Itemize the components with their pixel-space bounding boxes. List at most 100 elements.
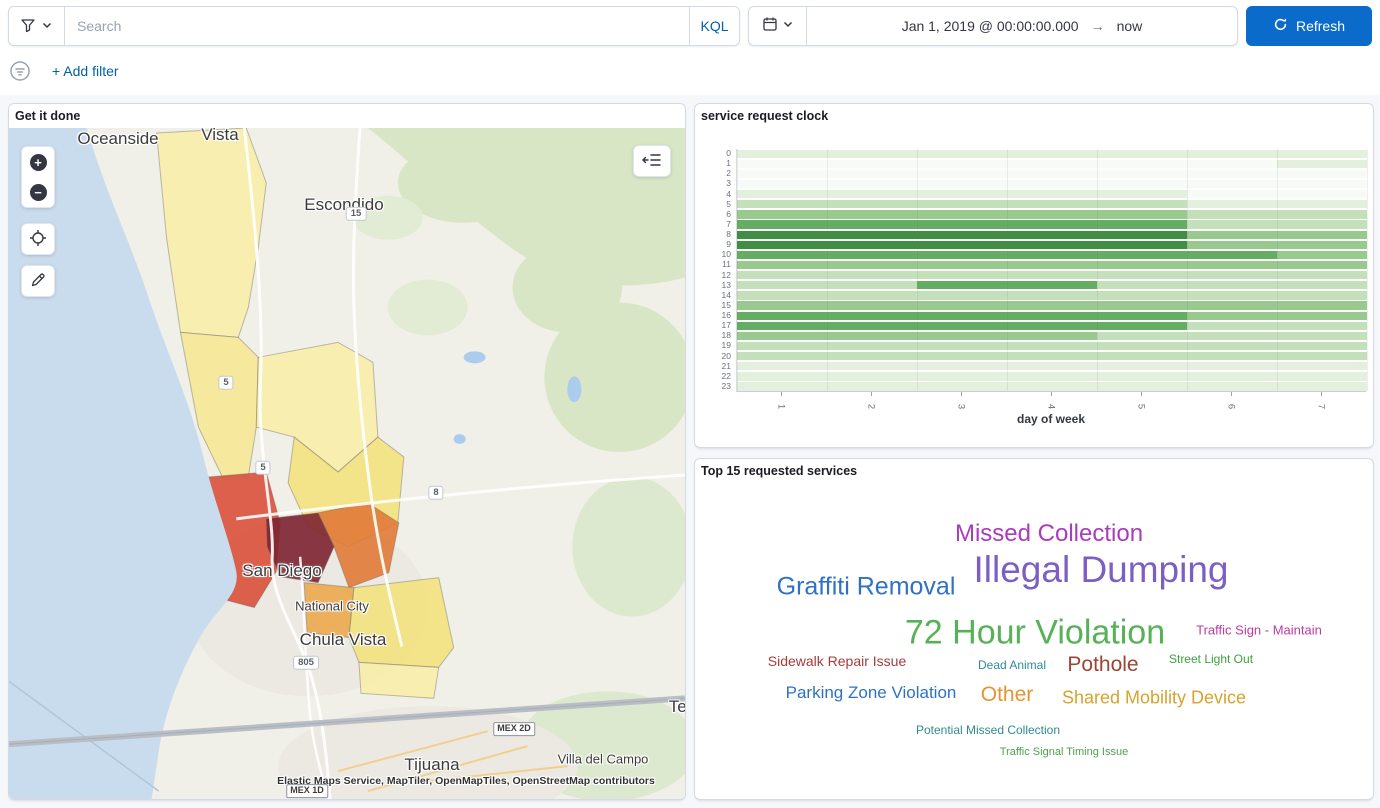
heatmap-cell[interactable] — [1097, 322, 1187, 330]
heatmap-cell[interactable] — [737, 210, 827, 218]
heatmap-cell[interactable] — [1187, 362, 1277, 370]
heatmap-cell[interactable] — [917, 372, 1007, 380]
heatmap-cell[interactable] — [1007, 241, 1097, 249]
heatmap-cell[interactable] — [1187, 301, 1277, 309]
heatmap-cell[interactable] — [1187, 231, 1277, 239]
heatmap-cell[interactable] — [737, 301, 827, 309]
heatmap-cell[interactable] — [917, 261, 1007, 269]
heatmap-cell[interactable] — [827, 332, 917, 340]
heatmap-cell[interactable] — [1097, 372, 1187, 380]
heatmap-cell[interactable] — [917, 281, 1007, 289]
add-filter-link[interactable]: + Add filter — [52, 63, 119, 79]
heatmap-cell[interactable] — [1097, 332, 1187, 340]
heatmap-cell[interactable] — [1277, 180, 1367, 188]
refresh-button[interactable]: Refresh — [1246, 6, 1372, 46]
heatmap-cell[interactable] — [1187, 220, 1277, 228]
heatmap-cell[interactable] — [1007, 281, 1097, 289]
heatmap-cell[interactable] — [737, 160, 827, 168]
heatmap-cell[interactable] — [1277, 231, 1367, 239]
heatmap-cell[interactable] — [1277, 291, 1367, 299]
heatmap-cell[interactable] — [827, 271, 917, 279]
heatmap-cell[interactable] — [1007, 332, 1097, 340]
heatmap-cell[interactable] — [827, 210, 917, 218]
heatmap-cell[interactable] — [1007, 210, 1097, 218]
heatmap-cell[interactable] — [1097, 342, 1187, 350]
heatmap-cell[interactable] — [1187, 271, 1277, 279]
heatmap-cell[interactable] — [917, 220, 1007, 228]
heatmap-cell[interactable] — [1097, 180, 1187, 188]
heatmap-cell[interactable] — [827, 231, 917, 239]
heatmap-cell[interactable] — [1007, 200, 1097, 208]
heatmap-cell[interactable] — [737, 312, 827, 320]
heatmap-cell[interactable] — [827, 362, 917, 370]
heatmap-cell[interactable] — [827, 170, 917, 178]
zoom-in-button[interactable]: + — [22, 147, 54, 177]
heatmap-cell[interactable] — [1277, 322, 1367, 330]
heatmap-cell[interactable] — [1187, 372, 1277, 380]
heatmap-cell[interactable] — [1277, 170, 1367, 178]
heatmap-cell[interactable] — [1277, 342, 1367, 350]
tagcloud-word[interactable]: Pothole — [1067, 653, 1138, 677]
heatmap-cell[interactable] — [827, 220, 917, 228]
layer-legend-toggle-button[interactable] — [634, 146, 670, 176]
heatmap-cell[interactable] — [1097, 281, 1187, 289]
heatmap-cell[interactable] — [1097, 210, 1187, 218]
tagcloud-word[interactable]: Illegal Dumping — [973, 549, 1228, 591]
heatmap-cell[interactable] — [1007, 180, 1097, 188]
heatmap-cell[interactable] — [1097, 231, 1187, 239]
heatmap-cell[interactable] — [1007, 362, 1097, 370]
panel-title[interactable]: service request clock — [701, 109, 828, 123]
map-attribution[interactable]: Elastic Maps Service, MapTiler, OpenMapT… — [277, 775, 655, 787]
heatmap-cell[interactable] — [1097, 261, 1187, 269]
heatmap-cell[interactable] — [1007, 190, 1097, 198]
heatmap-cell[interactable] — [1007, 322, 1097, 330]
heatmap-cell[interactable] — [827, 322, 917, 330]
heatmap-cell[interactable] — [737, 200, 827, 208]
heatmap-cell[interactable] — [1187, 160, 1277, 168]
heatmap-cell[interactable] — [737, 220, 827, 228]
heatmap-cell[interactable] — [737, 332, 827, 340]
heatmap-cell[interactable] — [1097, 251, 1187, 259]
heatmap-cell[interactable] — [917, 362, 1007, 370]
heatmap-cell[interactable] — [827, 251, 917, 259]
heatmap-cell[interactable] — [737, 372, 827, 380]
heatmap-cell[interactable] — [737, 180, 827, 188]
heatmap-cell[interactable] — [917, 170, 1007, 178]
heatmap-cell[interactable] — [1277, 190, 1367, 198]
heatmap-cell[interactable] — [1097, 220, 1187, 228]
heatmap-cell[interactable] — [1187, 180, 1277, 188]
heatmap-cell[interactable] — [827, 261, 917, 269]
heatmap-cell[interactable] — [1277, 271, 1367, 279]
heatmap-cell[interactable] — [827, 342, 917, 350]
heatmap-cell[interactable] — [1187, 241, 1277, 249]
tagcloud-word[interactable]: Shared Mobility Device — [1062, 688, 1246, 709]
heatmap-cell[interactable] — [737, 322, 827, 330]
heatmap-cell[interactable] — [827, 281, 917, 289]
heatmap-cell[interactable] — [737, 362, 827, 370]
heatmap-cell[interactable] — [1277, 301, 1367, 309]
tagcloud-word[interactable]: Traffic Sign - Maintain — [1196, 623, 1322, 638]
heatmap-cell[interactable] — [917, 241, 1007, 249]
heatmap-cell[interactable] — [827, 150, 917, 158]
heatmap-cell[interactable] — [917, 322, 1007, 330]
heatmap-cell[interactable] — [917, 180, 1007, 188]
heatmap-cell[interactable] — [1187, 291, 1277, 299]
heatmap-cell[interactable] — [1007, 291, 1097, 299]
heatmap-cell[interactable] — [1187, 281, 1277, 289]
heatmap-cell[interactable] — [1187, 150, 1277, 158]
tagcloud-word[interactable]: Traffic Signal Timing Issue — [1000, 746, 1128, 758]
heatmap-cell[interactable] — [1187, 170, 1277, 178]
heatmap-cell[interactable] — [917, 382, 1007, 390]
heatmap-cell[interactable] — [1277, 210, 1367, 218]
heatmap-cell[interactable] — [1007, 382, 1097, 390]
panel-title[interactable]: Get it done — [15, 109, 80, 123]
heatmap-cell[interactable] — [917, 150, 1007, 158]
heatmap-cell[interactable] — [1277, 372, 1367, 380]
tagcloud-word[interactable]: Street Light Out — [1169, 652, 1253, 666]
heatmap-cell[interactable] — [1007, 372, 1097, 380]
heatmap-cell[interactable] — [827, 200, 917, 208]
heatmap-cell[interactable] — [737, 190, 827, 198]
heatmap-cell[interactable] — [1007, 271, 1097, 279]
heatmap-cell[interactable] — [1007, 312, 1097, 320]
heatmap-cell[interactable] — [1007, 301, 1097, 309]
